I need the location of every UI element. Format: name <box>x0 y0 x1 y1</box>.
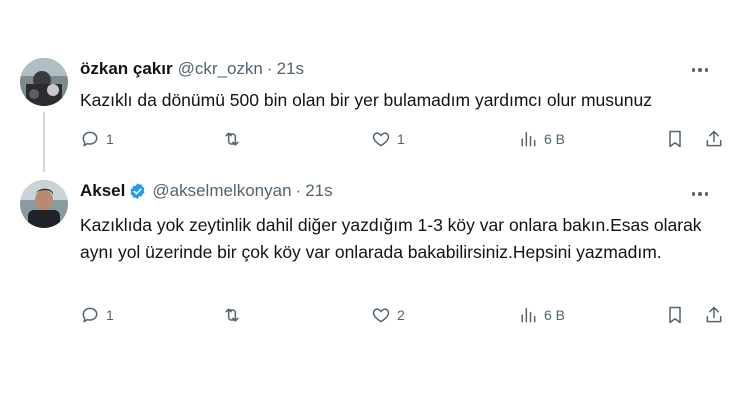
like-icon <box>372 132 390 147</box>
tweet-actions: 1 2 6 B <box>0 305 730 329</box>
avatar[interactable] <box>20 58 68 106</box>
retweet-button[interactable] <box>222 305 248 325</box>
tweet-original[interactable]: özkan çakır @ckr_ozkn · 21s Kazıklı da d… <box>0 0 730 170</box>
like-button[interactable]: 1 <box>371 129 405 149</box>
views-count: 6 B <box>544 307 566 323</box>
verified-icon <box>130 182 145 199</box>
tweet-actions: 1 1 6 B <box>0 129 730 153</box>
reply-count: 1 <box>106 131 114 147</box>
share-button[interactable] <box>704 129 724 149</box>
like-count: 1 <box>397 131 405 147</box>
user-handle[interactable]: @akselmelkonyan <box>152 181 291 201</box>
reply-button[interactable]: 1 <box>80 129 114 149</box>
bookmark-icon <box>669 130 681 148</box>
display-name[interactable]: özkan çakır <box>80 59 173 79</box>
more-icon[interactable] <box>691 68 708 72</box>
reply-icon <box>82 131 98 147</box>
more-icon[interactable] <box>691 192 708 196</box>
views-button[interactable]: 6 B <box>518 129 565 149</box>
tweet-header: özkan çakır @ckr_ozkn · 21s <box>80 59 304 79</box>
bookmark-button[interactable] <box>665 129 685 149</box>
views-icon <box>521 307 536 323</box>
user-handle[interactable]: @ckr_ozkn <box>178 59 263 79</box>
reply-icon <box>82 307 98 323</box>
avatar[interactable] <box>20 180 68 228</box>
separator-dot: · <box>295 181 302 200</box>
display-name[interactable]: Aksel <box>80 181 125 201</box>
retweet-icon <box>225 308 239 322</box>
tweet-text: Kazıklıda yok zeytinlik dahil diğer yazd… <box>80 215 702 262</box>
like-button[interactable]: 2 <box>371 305 405 325</box>
like-count: 2 <box>397 307 405 323</box>
share-icon <box>706 130 722 147</box>
retweet-icon <box>225 132 239 146</box>
timestamp[interactable]: 21s <box>277 59 304 79</box>
tweet-header: Aksel @akselmelkonyan · 21s <box>80 181 333 201</box>
views-button[interactable]: 6 B <box>518 305 565 325</box>
separator-dot: · <box>266 59 273 78</box>
like-icon <box>372 308 390 323</box>
share-icon <box>706 306 722 323</box>
views-count: 6 B <box>544 131 566 147</box>
bookmark-button[interactable] <box>665 305 685 325</box>
tweet-reply[interactable]: Aksel @akselmelkonyan · 21s Kazıklıda yo… <box>0 170 730 420</box>
reply-button[interactable]: 1 <box>80 305 114 325</box>
bookmark-icon <box>669 306 681 324</box>
share-button[interactable] <box>704 305 724 325</box>
reply-count: 1 <box>106 307 114 323</box>
retweet-button[interactable] <box>222 129 248 149</box>
views-icon <box>521 131 536 147</box>
timestamp[interactable]: 21s <box>305 181 332 201</box>
tweet-text: Kazıklı da dönümü 500 bin olan bir yer b… <box>80 90 652 110</box>
